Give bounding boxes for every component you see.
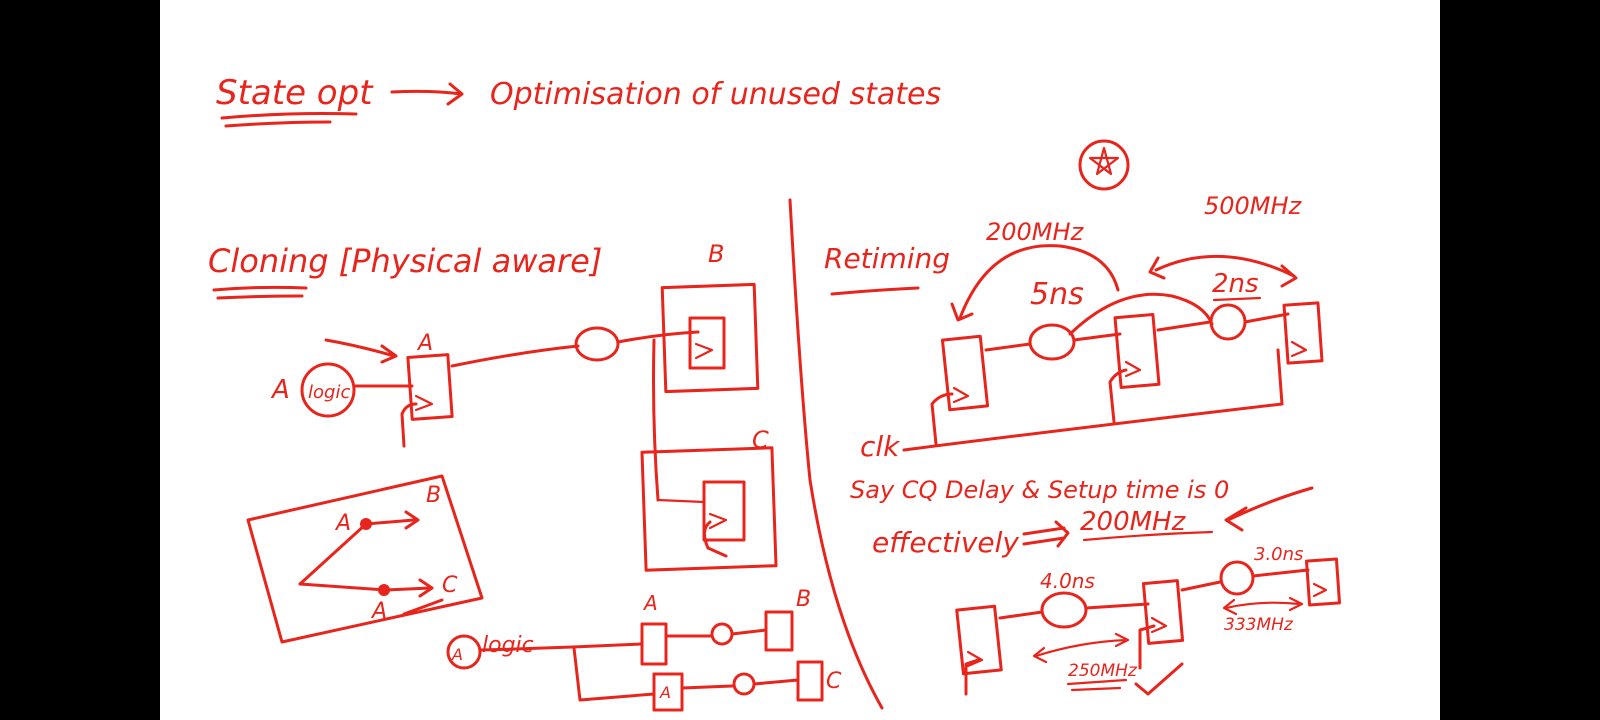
retiming-section: Retiming 200MHz 500MHz 5ns 2ns clk Say C… [824,192,1341,696]
flop-b-clock-mark [694,342,714,360]
block-c [640,446,778,572]
delay-5ns: 5ns [1030,277,1084,312]
retimed-logic-right [1219,560,1255,596]
retimed-flop-3 [1305,557,1341,607]
after-span-arrow-left [1032,632,1130,664]
cloned-top-wire-2 [730,628,768,636]
b-to-c-wire [652,338,660,502]
cloned-flop-a-top-label: A [642,591,658,615]
cloned-top-logic [710,622,734,646]
flop-b [688,316,726,370]
after-span-arrow-right [1222,596,1304,616]
setup-note: Say CQ Delay & Setup time is 0 [850,476,1229,504]
sketch-dot-a-top [360,518,372,530]
retime-flop-1-clock-mark [952,386,970,404]
flop-a-pointer-arrow [324,338,398,364]
retimed-wire-3 [1180,580,1222,592]
flop-c [702,480,746,542]
after-delay-right: 3.0ns [1254,544,1303,565]
fanout-sketch-box [246,474,484,644]
heading: State opt Optimisation of unused states [216,73,941,128]
flop-b-label: B [708,240,724,268]
effectively-label: effectively [872,526,1019,559]
retime-wire-1 [984,342,1032,352]
sketch-dot-a-bottom [378,584,390,596]
flop-c-clock-mark [656,498,728,530]
heading-underline [220,112,358,128]
flop-a-label: A [416,331,433,356]
cloned-flop-a-bottom-label: A [659,683,671,702]
logic-label: logic [308,382,350,403]
cloned-flop-b [764,610,794,652]
whiteboard-drawing: State opt Optimisation of unused states … [208,73,1341,712]
flop-c-label: C [752,426,769,454]
retime-flop-2 [1113,312,1161,390]
after-freq-right: 333MHz [1224,615,1294,635]
retime-wire-2 [1072,332,1122,342]
retime-wire-4 [1243,312,1290,324]
retimed-wire-4 [1251,568,1310,578]
retimed-flop-3-clock-mark [1312,582,1328,598]
sketch-label-b: B [426,483,441,508]
sketch-line-b [298,518,416,586]
cloned-flop-c [796,660,824,702]
whiteboard-canvas: State opt Optimisation of unused states … [160,0,1440,720]
freq-500mhz: 500MHz [1204,192,1303,220]
cloned-bottom-logic [732,672,756,696]
retimed-logic-left [1040,591,1088,629]
flop-a-clock-mark [414,394,434,412]
cloned-bottom-wire-1 [680,684,734,690]
retimed-wire-2 [1084,602,1150,610]
cloned-logic-label: logic [482,633,534,658]
star-icon [1078,139,1130,191]
implies-arrow [1022,520,1070,548]
retime-flop-3 [1282,301,1324,365]
cloned-flop-a-top [640,622,668,666]
cloning-title: Cloning [Physical aware] [208,242,602,280]
flop-a-clock-wire [400,402,418,448]
after-freq-left: 250MHz [1068,661,1138,681]
cloned-flop-c-label: C [826,669,842,694]
flop-a-to-logic-wire [450,344,580,368]
freq-200mhz: 200MHz [986,218,1085,246]
effective-freq-pointer [1224,486,1314,532]
state-opt-description: Optimisation of unused states [490,77,941,112]
sketch-label-a-bottom: A [370,599,387,624]
retimed-flop-2 [1141,579,1185,645]
retiming-title: Retiming [824,242,950,275]
retimed-flop-1 [955,604,1003,676]
cloned-bottom-wire-2 [752,678,800,686]
retiming-underline [830,286,920,296]
driver-input-label: A [270,375,290,405]
effective-freq: 200MHz [1080,507,1187,537]
path-logic-bubble [574,326,620,362]
after-freq-left-underline [1066,678,1128,692]
retime-flop-2-clock-mark [1124,360,1142,378]
retime-logic-2ns [1209,303,1247,341]
block-b [660,282,760,394]
delay-2ns: 2ns [1212,269,1259,299]
state-opt-term: State opt [216,73,374,113]
flop-a [406,353,454,421]
cloned-input-label: A [451,645,463,664]
retime-logic-5ns [1028,323,1076,361]
sketch-label-a-top: A [334,511,351,536]
heading-arrow [390,82,464,106]
retime-flop-1 [940,334,990,412]
retime-wire-3 [1156,320,1212,332]
retimed-wire-1 [998,610,1044,620]
cloning-section: Cloning [Physical aware] A logic A B C A… [208,240,842,712]
cloned-flop-b-label: B [796,587,811,612]
clk-label: clk [860,430,901,463]
check-mark-icon [1134,662,1184,696]
cloning-underline [212,285,308,300]
retime-flop-3-clock-mark [1290,340,1308,358]
after-delay-left: 4.0ns [1040,569,1095,593]
sketch-line-c [298,582,432,592]
logic-to-flop-b-wire [616,330,700,344]
sketch-label-c: C [442,573,458,598]
